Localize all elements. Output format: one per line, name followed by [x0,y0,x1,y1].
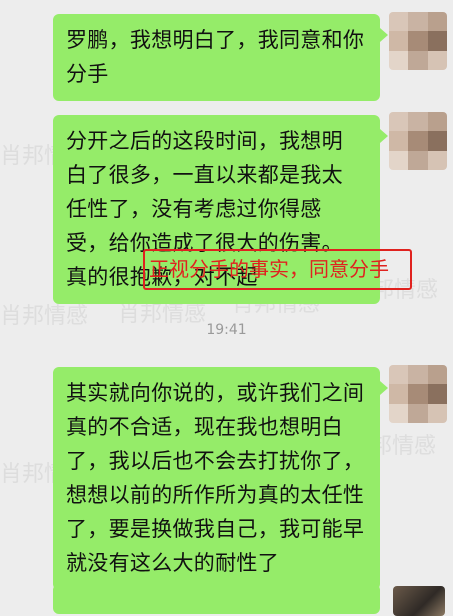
avatar[interactable] [393,586,445,616]
avatar[interactable] [389,365,447,423]
message-bubble[interactable] [53,584,380,614]
message-bubble[interactable]: 罗鹏，我想明白了，我同意和你分手 [53,14,388,101]
avatar[interactable] [389,12,447,70]
annotation-box: 正视分手的事实，同意分手 [143,249,412,290]
timestamp: 19:41 [206,322,247,338]
avatar[interactable] [389,112,447,170]
message-bubble[interactable]: 其实就向你说的，或许我们之间真的不合适，现在我也想明白了，我以后也不会去打扰你了… [53,367,388,590]
